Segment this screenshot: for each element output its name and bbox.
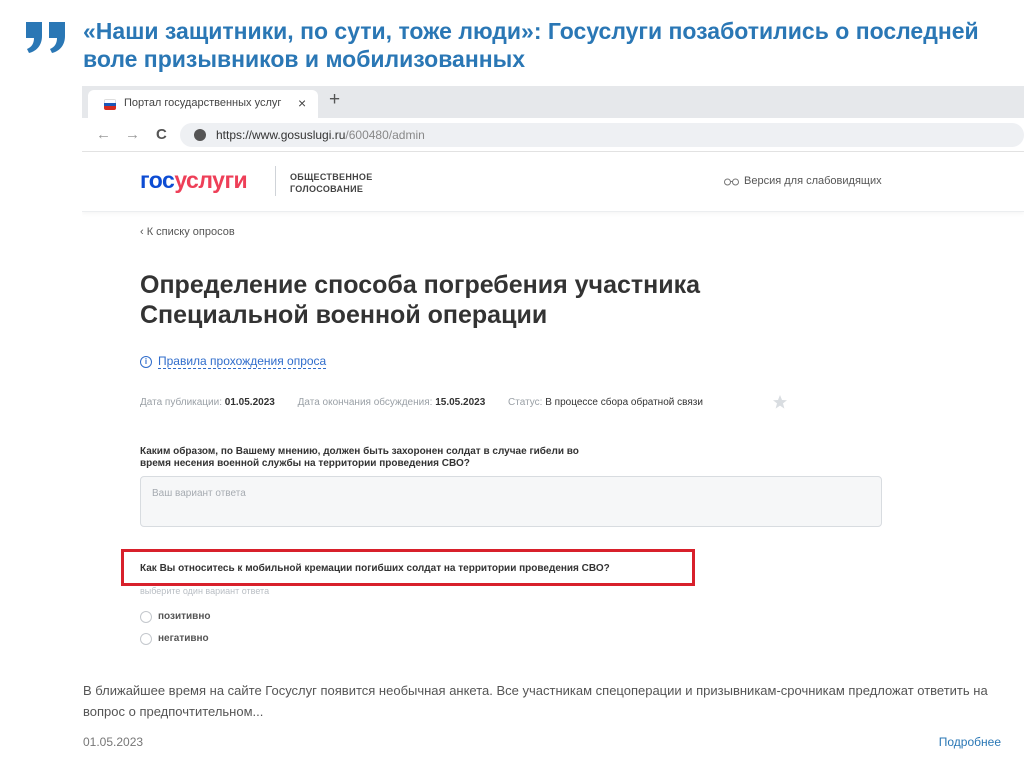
question-2: Как Вы относитесь к мобильной кремации п… (140, 563, 610, 574)
site-info-icon[interactable] (194, 129, 206, 141)
forward-arrow-icon[interactable]: → (125, 126, 140, 143)
browser-tab-bar: Портал государственных услуг Российской … (82, 86, 1024, 118)
answer-textarea[interactable]: Ваш вариант ответа (140, 476, 882, 527)
url-text: https://www.gosuslugi.ru/600480/admin (216, 128, 425, 142)
accessibility-link[interactable]: Версия для слабовидящих (744, 175, 882, 187)
gosuslugi-logo[interactable]: госуслуги (140, 167, 248, 194)
russian-flag-icon (104, 99, 116, 110)
radio-circle[interactable] (140, 633, 152, 645)
radio-label: позитивно (158, 611, 211, 622)
read-more-link[interactable]: Подробнее (939, 735, 1001, 749)
site-header: госуслуги ОБЩЕСТВЕННОЕ ГОЛОСОВАНИЕ Верси… (82, 152, 1024, 212)
browser-tab[interactable]: Портал государственных услуг Российской … (88, 90, 318, 118)
url-field[interactable]: https://www.gosuslugi.ru/600480/admin (180, 123, 1024, 147)
article-lead: В ближайшее время на сайте Госуслуг появ… (83, 683, 988, 719)
radio-circle[interactable] (140, 611, 152, 623)
choice-hint: выберите один вариант ответа (140, 586, 270, 596)
info-icon: i (140, 356, 152, 368)
address-bar: ← → C https://www.gosuslugi.ru/600480/ad… (82, 118, 1024, 152)
new-tab-button[interactable]: + (329, 89, 340, 111)
logo-divider (275, 166, 276, 196)
answer-placeholder: Ваш вариант ответа (152, 488, 246, 499)
survey-title: Определение способа погребения участника… (140, 271, 701, 329)
site-subtitle: ОБЩЕСТВЕННОЕ ГОЛОСОВАНИЕ (290, 172, 373, 194)
article-date: 01.05.2023 (83, 735, 144, 749)
quote-icon (26, 22, 65, 53)
ends-label: Дата окончания обсуждения: (297, 397, 433, 408)
reload-icon[interactable]: C (156, 126, 167, 143)
radio-label: негативно (158, 633, 209, 644)
glasses-icon (724, 178, 739, 186)
status-value: В процессе сбора обратной связи (545, 397, 703, 408)
back-to-surveys-link[interactable]: ‹ К списку опросов (140, 226, 235, 238)
article-headline[interactable]: «Наши защитники, по сути, тоже люди»: Го… (83, 17, 983, 73)
ends-value: 15.05.2023 (435, 397, 486, 408)
star-icon[interactable] (772, 394, 788, 410)
status-label: Статус: (508, 397, 543, 408)
tab-title: Портал государственных услуг Российской … (124, 97, 284, 109)
published-label: Дата публикации: (140, 397, 222, 408)
tab-close-icon[interactable]: × (298, 95, 306, 111)
published-value: 01.05.2023 (224, 397, 275, 408)
question-1: Каким образом, по Вашему мнению, должен … (140, 446, 579, 469)
embedded-screenshot: Портал государственных услуг Российской … (82, 86, 1024, 666)
back-arrow-icon[interactable]: ← (96, 126, 111, 143)
rules-link-label: Правила прохождения опроса (158, 354, 327, 369)
screenshot-fade (82, 652, 1024, 666)
survey-meta: Дата публикации: 01.05.2023 Дата окончан… (140, 397, 703, 408)
